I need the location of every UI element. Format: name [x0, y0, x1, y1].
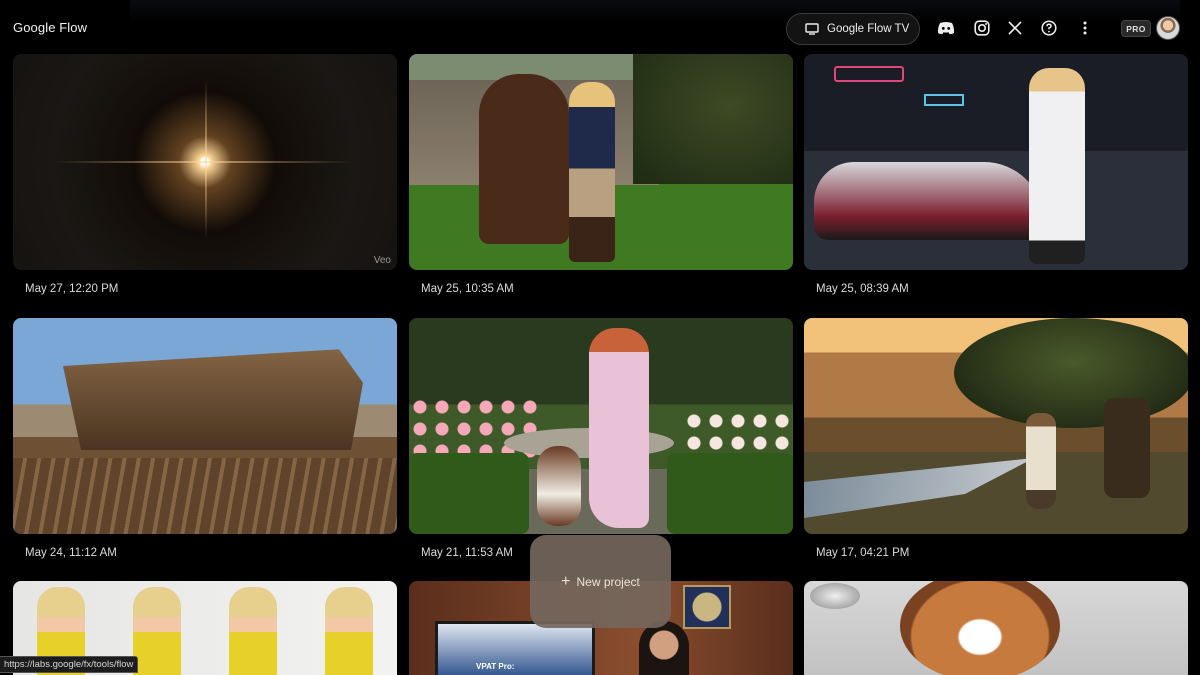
light-ray: [205, 79, 207, 239]
man: [1026, 413, 1056, 509]
woman-figure: [133, 587, 181, 675]
project-thumbnail[interactable]: [804, 54, 1188, 270]
project-date: May 25, 08:39 AM: [816, 283, 909, 295]
trees: [633, 54, 793, 184]
neon-sign: [834, 66, 904, 82]
light-ray: [53, 161, 353, 163]
horse: [479, 74, 569, 244]
project-thumbnail[interactable]: [409, 318, 793, 534]
veo-badge: Veo: [373, 255, 391, 266]
status-bar-url: https://labs.google/fx/tools/flow: [0, 656, 139, 673]
monitor-icon: [805, 23, 819, 35]
dog-face: [900, 581, 1060, 675]
hedge: [409, 453, 529, 534]
project-date: May 17, 04:21 PM: [816, 547, 910, 559]
official-seal: [683, 585, 731, 629]
project-thumbnail[interactable]: [804, 318, 1188, 534]
new-project-label: New project: [576, 574, 640, 589]
project-thumbnail[interactable]: [13, 318, 397, 534]
avatar[interactable]: [1156, 16, 1180, 40]
driver: [1029, 68, 1085, 264]
project-thumbnail[interactable]: [804, 581, 1188, 675]
olive-tree: [954, 318, 1188, 428]
more-vert-icon[interactable]: [1074, 17, 1096, 39]
dog-bowl: [810, 583, 860, 609]
race-car: [814, 162, 1044, 240]
monitor: VPAT Pro:: [435, 621, 595, 675]
discord-icon[interactable]: [935, 17, 957, 39]
pro-badge: PRO: [1121, 20, 1151, 37]
timber-logs: [13, 458, 397, 534]
woman: [639, 621, 689, 675]
google-flow-tv-button[interactable]: Google Flow TV: [786, 13, 920, 45]
project-thumbnail[interactable]: [409, 54, 793, 270]
top-bar: Google Flow Google Flow TV PRO: [0, 0, 1200, 56]
monitor-text: VPAT Pro:: [476, 662, 515, 671]
tv-button-label: Google Flow TV: [827, 23, 910, 35]
hedge: [667, 453, 793, 534]
project-date: May 27, 12:20 PM: [25, 283, 119, 295]
project-date: May 21, 11:53 AM: [421, 547, 513, 559]
ark-hull: [63, 349, 363, 450]
woman-figure: [229, 587, 277, 675]
tree-trunk: [1104, 398, 1150, 498]
woman: [569, 82, 615, 262]
project-date: May 24, 11:12 AM: [25, 547, 117, 559]
instagram-icon[interactable]: [971, 17, 993, 39]
new-project-button[interactable]: + New project: [530, 535, 671, 628]
woman-figure: [325, 587, 373, 675]
app-title[interactable]: Google Flow: [13, 20, 87, 35]
neon-sign: [924, 94, 964, 106]
help-icon[interactable]: [1038, 17, 1060, 39]
river: [804, 458, 1034, 518]
dog: [537, 446, 581, 526]
woman: [589, 328, 649, 528]
x-icon[interactable]: [1004, 17, 1026, 39]
project-date: May 25, 10:35 AM: [421, 283, 514, 295]
project-thumbnail[interactable]: Veo: [13, 54, 397, 270]
plus-icon: +: [561, 572, 571, 590]
